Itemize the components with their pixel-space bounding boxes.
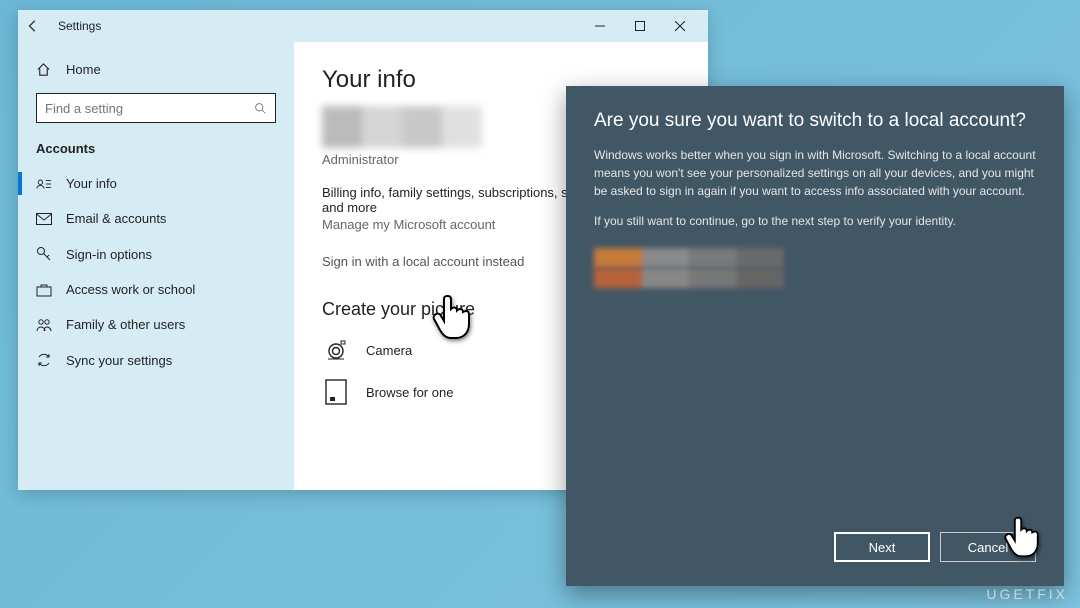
back-button[interactable] [26,19,50,33]
user-info-redacted [594,248,784,288]
home-label: Home [66,62,101,77]
browse-label: Browse for one [366,385,453,400]
dialog-title: Are you sure you want to switch to a loc… [594,110,1036,132]
nav-your-info[interactable]: Your info [18,166,294,201]
sync-icon [36,352,52,368]
people-icon [36,318,52,332]
sidebar: Home Accounts Your info Email & accounts… [18,42,294,490]
window-title: Settings [58,19,101,33]
search-box[interactable] [36,93,276,123]
search-input[interactable] [45,101,254,116]
dialog-body2: If you still want to continue, go to the… [594,212,1036,230]
camera-label: Camera [366,343,412,358]
nav-label: Family & other users [66,317,185,332]
titlebar: Settings [18,10,708,42]
minimize-button[interactable] [580,12,620,40]
home-link[interactable]: Home [18,54,294,85]
nav-label: Access work or school [66,282,195,297]
mail-icon [36,213,52,225]
search-icon [254,102,267,115]
nav-label: Sign-in options [66,247,152,262]
dialog-buttons: Next Cancel [594,532,1036,562]
section-label: Accounts [18,137,294,166]
user-name-redacted [322,106,482,148]
camera-icon [322,336,350,364]
cancel-button[interactable]: Cancel [940,532,1036,562]
nav-label: Sync your settings [66,353,172,368]
nav-email-accounts[interactable]: Email & accounts [18,201,294,236]
nav-sync-settings[interactable]: Sync your settings [18,342,294,378]
nav-access-work[interactable]: Access work or school [18,272,294,307]
home-icon [36,62,52,77]
switch-account-dialog: Are you sure you want to switch to a loc… [566,86,1064,586]
nav-family-users[interactable]: Family & other users [18,307,294,342]
close-button[interactable] [660,12,700,40]
browse-icon [322,378,350,406]
nav-label: Email & accounts [66,211,166,226]
nav-signin-options[interactable]: Sign-in options [18,236,294,272]
nav-label: Your info [66,176,117,191]
maximize-button[interactable] [620,12,660,40]
briefcase-icon [36,283,52,297]
dialog-body1: Windows works better when you sign in wi… [594,146,1036,200]
watermark: UGETFIX [986,586,1068,602]
person-card-icon [36,177,52,191]
key-icon [36,246,52,262]
next-button[interactable]: Next [834,532,930,562]
